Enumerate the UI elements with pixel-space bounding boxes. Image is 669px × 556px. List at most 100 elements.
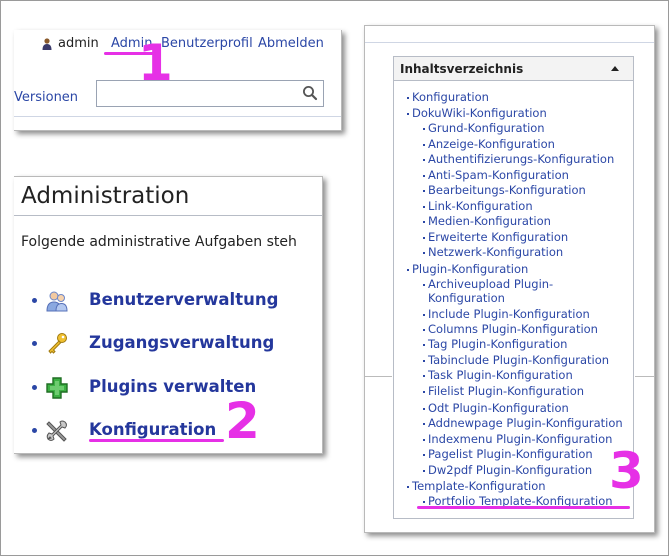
bullet	[423, 438, 425, 441]
toc-item[interactable]: Tag Plugin-Konfiguration	[423, 337, 567, 351]
bullet	[423, 407, 425, 410]
bullet	[423, 343, 425, 346]
toc-item[interactable]: Erweiterte Konfiguration	[423, 230, 568, 244]
toc-item[interactable]: Bearbeitungs-Konfiguration	[423, 183, 586, 197]
bullet	[423, 313, 425, 316]
toc-item-label: Tag Plugin-Konfiguration	[428, 337, 568, 351]
toc-item[interactable]: Dw2pdf Plugin-Konfiguration	[423, 463, 592, 477]
bullet	[423, 469, 425, 472]
toc-item-label: Pagelist Plugin-Konfiguration	[428, 447, 593, 461]
bullet	[423, 143, 425, 146]
toc-item-label: Filelist Plugin-Konfiguration	[428, 384, 585, 398]
toc-item-label: Template-Konfiguration	[412, 479, 546, 493]
bullet	[423, 220, 425, 223]
bullet	[423, 251, 425, 254]
divider	[14, 215, 322, 216]
toc-item[interactable]: Include Plugin-Konfiguration	[423, 307, 590, 321]
bullet	[423, 359, 425, 362]
toc-item-label: Tabinclude Plugin-Konfiguration	[428, 353, 610, 367]
bullet	[32, 428, 37, 433]
admin-item-users[interactable]: Benutzerverwaltung	[32, 289, 322, 313]
users-icon	[46, 291, 68, 312]
toc-item[interactable]: Filelist Plugin-Konfiguration	[423, 384, 584, 398]
toc-item[interactable]: Pagelist Plugin-Konfiguration	[423, 447, 593, 461]
toc-item[interactable]: Medien-Konfiguration	[423, 214, 551, 228]
annotation-underline-1	[104, 52, 156, 55]
divider	[365, 42, 654, 43]
key-icon	[48, 333, 67, 354]
collapse-arrow-icon[interactable]	[611, 66, 619, 71]
toc-item[interactable]: DokuWiki-Konfiguration	[407, 106, 547, 120]
annotation-marker-3: 3	[609, 442, 644, 500]
admin-item-label[interactable]: Konfiguration	[89, 420, 216, 439]
bullet	[423, 189, 425, 192]
toc-item[interactable]: Anti-Spam-Konfiguration	[423, 168, 569, 182]
plugin-plus-icon	[46, 377, 68, 399]
bullet	[423, 205, 425, 208]
toc-item-continuation[interactable]: Konfiguration	[428, 291, 505, 305]
administration-panel: Administration Folgende administrative A…	[14, 176, 323, 454]
bullet	[423, 422, 425, 425]
username: admin	[58, 36, 99, 51]
toc-item[interactable]: Archiveupload Plugin-	[423, 277, 553, 291]
toc-item[interactable]: Grund-Konfiguration	[423, 121, 545, 135]
bullet	[32, 298, 37, 303]
search-input[interactable]	[97, 81, 292, 106]
annotation-underline-3	[417, 506, 630, 509]
bullet	[423, 374, 425, 377]
toc-item-label: Addnewpage Plugin-Konfiguration	[428, 416, 623, 430]
bullet	[423, 174, 425, 177]
toc-item[interactable]: Konfiguration	[407, 90, 489, 104]
annotation-marker-2: 2	[225, 392, 260, 450]
search-icon[interactable]	[301, 84, 319, 102]
toc-item[interactable]: Tabinclude Plugin-Konfiguration	[423, 353, 609, 367]
bullet	[32, 385, 37, 390]
bullet	[423, 236, 425, 239]
admin-intro-text: Folgende administrative Aufgaben steh	[21, 234, 297, 250]
divider	[365, 376, 392, 377]
toc-item[interactable]: Indexmenu Plugin-Konfiguration	[423, 432, 612, 446]
toc-item-label: DokuWiki-Konfiguration	[412, 106, 547, 120]
admin-item-plugins[interactable]: Plugins verwalten	[32, 376, 322, 400]
toc-item[interactable]: Link-Konfiguration	[423, 199, 533, 213]
bullet	[407, 96, 409, 99]
user-bar: admin Admin Benutzerprofil Abmelden	[14, 36, 341, 54]
toc-item-label: Dw2pdf Plugin-Konfiguration	[428, 463, 593, 477]
toc-item-label: Columns Plugin-Konfiguration	[428, 322, 598, 336]
bullet	[407, 268, 409, 271]
toc-item-label: Grund-Konfiguration	[428, 121, 545, 135]
admin-item-access[interactable]: Zugangsverwaltung	[32, 332, 322, 356]
toc-item[interactable]: Addnewpage Plugin-Konfiguration	[423, 416, 623, 430]
bullet	[423, 158, 425, 161]
bullet	[407, 485, 409, 488]
toc-item-label: Task Plugin-Konfiguration	[428, 368, 573, 382]
toc-header[interactable]: Inhaltsverzeichnis	[394, 57, 633, 81]
toc-item-label: Archiveupload Plugin-	[428, 277, 554, 291]
toc-item-label: Anti-Spam-Konfiguration	[428, 168, 569, 182]
annotation-underline-2	[89, 439, 224, 442]
admin-item-label[interactable]: Benutzerverwaltung	[89, 290, 278, 309]
user-icon	[42, 38, 52, 50]
bullet	[423, 390, 425, 393]
toc-item[interactable]: Task Plugin-Konfiguration	[423, 368, 573, 382]
toc-item[interactable]: Odt Plugin-Konfiguration	[423, 401, 569, 415]
bullet	[32, 341, 37, 346]
toc-item[interactable]: Plugin-Konfiguration	[407, 262, 528, 276]
toc-item-label: Konfiguration	[412, 90, 489, 104]
bullet	[407, 112, 409, 115]
page-title: Administration	[21, 183, 190, 209]
user-toolbar-panel: admin Admin Benutzerprofil Abmelden Vers…	[14, 30, 342, 131]
logout-link[interactable]: Abmelden	[258, 36, 324, 51]
toc-item[interactable]: Netzwerk-Konfiguration	[423, 245, 563, 259]
toc-item[interactable]: Authentifizierungs-Konfiguration	[423, 152, 614, 166]
profile-link[interactable]: Benutzerprofil	[161, 36, 253, 51]
toc-item[interactable]: Template-Konfiguration	[407, 479, 546, 493]
toc-item[interactable]: Anzeige-Konfiguration	[423, 137, 555, 151]
toc-item-label: Link-Konfiguration	[428, 199, 533, 213]
toc-item-label: Include Plugin-Konfiguration	[428, 307, 590, 321]
bullet	[423, 500, 425, 503]
toc-item[interactable]: Columns Plugin-Konfiguration	[423, 322, 598, 336]
admin-item-label[interactable]: Zugangsverwaltung	[89, 333, 274, 352]
bullet	[423, 328, 425, 331]
tab-versionen[interactable]: Versionen	[14, 90, 78, 105]
